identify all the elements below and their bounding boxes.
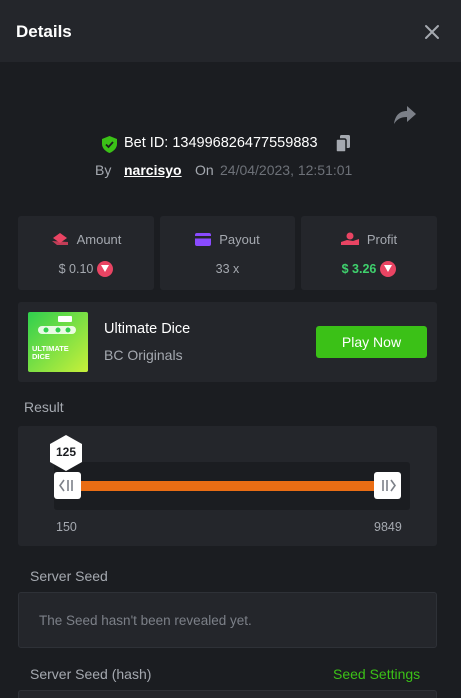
bet-id: Bet ID: 134996826477559883 [124,135,318,151]
shield-check-icon [102,136,117,153]
svg-text:DICE: DICE [32,352,50,361]
copy-icon[interactable] [336,135,350,152]
payout-card: Payout 33 x [160,216,295,290]
close-icon[interactable] [421,21,443,43]
result-slider-card: 125 150 9849 [18,426,437,546]
server-seed-text: The Seed hasn't been revealed yet. [39,613,252,628]
bet-meta-row: By narcisyo On 24/04/2023, 12:51:01 [0,162,461,180]
payout-icon [195,232,212,246]
coin-icon [97,261,114,277]
bet-id-row: Bet ID: 134996826477559883 [0,134,461,154]
server-seed-label: Server Seed [30,568,108,584]
profit-value: $ 3.26 [341,262,377,276]
page-title: Details [16,22,72,41]
result-value: 125 [55,445,77,459]
on-label: On [195,162,214,178]
profit-card: Profit $ 3.26 [301,216,437,290]
share-icon[interactable] [393,104,417,126]
payout-value: 33 x [215,262,240,276]
header-bar: Details [0,0,461,62]
profit-icon [340,232,359,245]
coin-icon [380,261,397,277]
payout-label: Payout [219,231,260,247]
chevron-right-icon [382,479,396,492]
server-seed-hash-label: Server Seed (hash) [30,666,152,682]
server-seed-hash-box [18,690,437,698]
slider-min-handle[interactable] [54,472,81,499]
seed-settings-link[interactable]: Seed Settings [333,666,420,682]
amount-card: Amount $ 0.10 [18,216,154,290]
result-label: Result [24,399,64,415]
bet-date: 24/04/2023, 12:51:01 [220,162,353,178]
username-link[interactable]: narcisyo [124,162,182,178]
slider-track [72,481,390,491]
game-thumbnail[interactable]: ULTIMATE DICE [28,312,88,372]
by-label: By [95,162,112,178]
chevron-left-icon [59,479,73,492]
amount-value: $ 0.10 [58,262,94,276]
amount-label: Amount [76,231,122,247]
game-provider: BC Originals [104,347,183,363]
range-max-label: 9849 [374,520,402,534]
server-seed-box: The Seed hasn't been revealed yet. [18,592,437,648]
game-card: ULTIMATE DICE Ultimate Dice BC Originals… [18,302,437,382]
game-name: Ultimate Dice [104,321,191,337]
amount-icon [51,233,68,245]
range-min-label: 150 [56,520,77,534]
play-now-button[interactable]: Play Now [316,326,427,358]
profit-label: Profit [366,231,398,247]
slider-track-container [54,462,410,510]
slider-max-handle[interactable] [374,472,401,499]
